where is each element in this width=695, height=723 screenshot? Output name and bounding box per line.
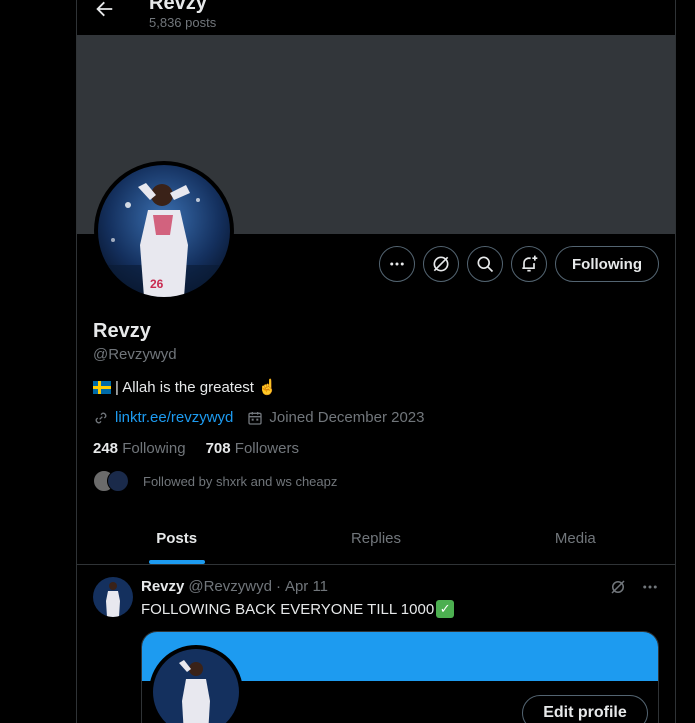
profile-tabs: Posts Replies Media (77, 512, 675, 565)
profile-handle: @Revzywyd (93, 346, 177, 363)
profile-bio: | Allah is the greatest ☝️ (93, 378, 277, 396)
following-count-link[interactable]: 248 Following (93, 440, 186, 457)
sweden-flag-icon (93, 380, 111, 394)
post-text-content: FOLLOWING BACK EVERYONE TILL 1000 (141, 600, 435, 618)
joined-date: Joined December 2023 (269, 409, 425, 426)
tab-label: Posts (156, 529, 198, 547)
profile-avatar[interactable]: 26 (94, 161, 234, 301)
tab-label: Media (554, 529, 596, 547)
grok-icon (433, 256, 449, 272)
grok-icon[interactable] (609, 578, 627, 596)
follower-avatar (107, 470, 129, 492)
post-item[interactable]: Revzy @Revzywyd · Apr 11 FOLLOWING BACK … (77, 566, 675, 723)
link-icon (95, 412, 107, 423)
calendar-icon (248, 411, 263, 425)
followers-label: Followers (234, 440, 299, 457)
more-options-button[interactable] (379, 246, 415, 282)
post-separator: · (275, 578, 281, 595)
post-author[interactable]: Revzy (141, 578, 184, 595)
svg-text:26: 26 (150, 277, 164, 291)
post-text: FOLLOWING BACK EVERYONE TILL 1000 ✓ (141, 600, 455, 618)
profile-column: Revzy 5,836 posts 26 Following Revzy @Re… (76, 0, 676, 723)
notifications-button[interactable] (511, 246, 547, 282)
tab-posts[interactable]: Posts (77, 512, 276, 564)
more-icon (390, 262, 404, 266)
profile-name: Revzy (93, 320, 151, 342)
followed-by-text: Followed by shxrk and ws cheapz (143, 473, 338, 489)
post-date[interactable]: Apr 11 (285, 578, 328, 595)
following-button[interactable]: Following (555, 246, 659, 282)
post-actions (609, 578, 659, 596)
tab-label: Replies (350, 529, 401, 547)
more-icon[interactable] (641, 578, 659, 596)
following-count: 248 (93, 440, 119, 457)
post-header: Revzy @Revzywyd · Apr 11 (141, 578, 328, 595)
bio-text: | Allah is the greatest ☝️ (115, 379, 277, 396)
card-avatar-photo (153, 649, 239, 723)
active-tab-indicator (148, 560, 205, 564)
search-button[interactable] (467, 246, 503, 282)
post-avatar-photo (93, 577, 133, 617)
tab-replies[interactable]: Replies (276, 512, 475, 564)
follow-counts: 248 Following 708 Followers (93, 440, 299, 457)
avatar-photo: 26 (98, 165, 230, 297)
post-avatar[interactable] (93, 577, 133, 617)
post-handle[interactable]: @Revzywyd (188, 578, 272, 595)
followed-by[interactable]: Followed by shxrk and ws cheapz (93, 470, 337, 492)
profile-card-embed[interactable]: Edit profile (141, 631, 659, 723)
back-arrow-icon[interactable] (93, 0, 115, 20)
following-label: Following (122, 440, 186, 457)
followers-count: 708 (205, 440, 231, 457)
profile-link[interactable]: linktr.ee/revzywyd (115, 409, 233, 426)
search-icon (477, 256, 494, 273)
followers-count-link[interactable]: 708 Followers (206, 440, 299, 457)
header-title: Revzy (149, 0, 207, 14)
top-bar: Revzy 5,836 posts (77, 0, 675, 35)
bell-plus-icon (522, 255, 538, 272)
grok-button[interactable] (423, 246, 459, 282)
tab-media[interactable]: Media (476, 512, 675, 564)
edit-profile-button[interactable]: Edit profile (522, 695, 648, 723)
profile-meta: linktr.ee/revzywyd Joined December 2023 (93, 409, 424, 426)
check-mark-icon: ✓ (436, 600, 455, 618)
header-post-count: 5,836 posts (149, 15, 217, 30)
